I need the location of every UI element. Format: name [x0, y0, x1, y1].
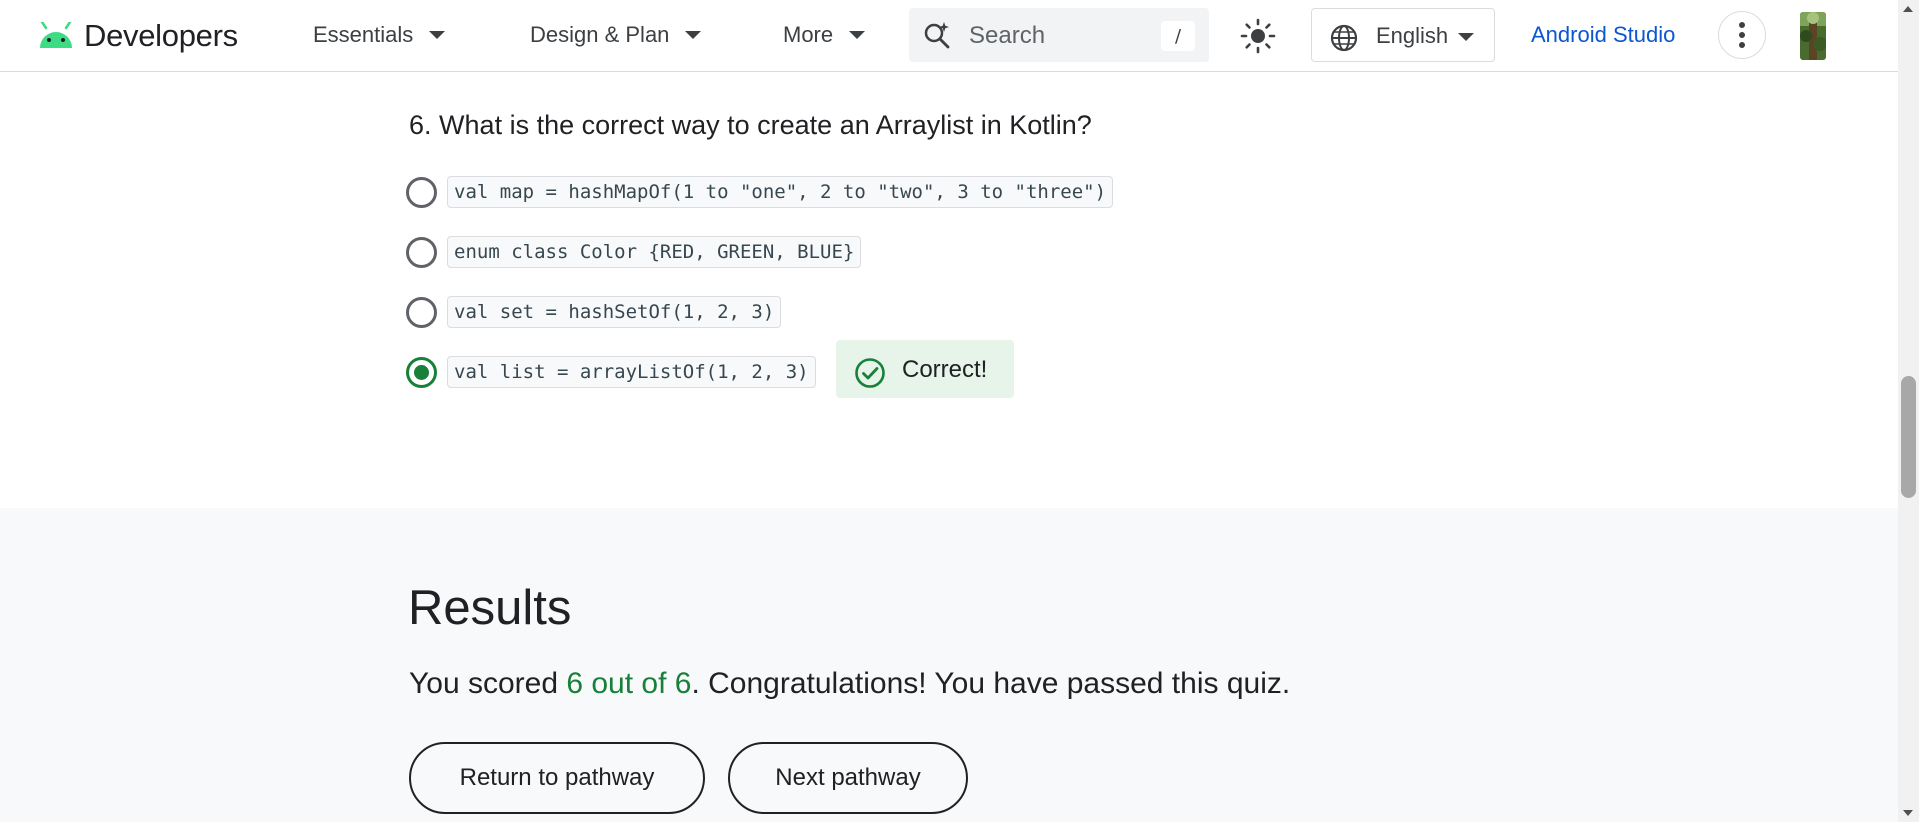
android-studio-link[interactable]: Android Studio: [1531, 22, 1675, 48]
feedback-text: Correct!: [902, 356, 988, 383]
score-message: You scored 6 out of 6. Congratulations! …: [409, 667, 1290, 701]
top-header: Developers Essentials Design & Plan More…: [0, 0, 1898, 72]
caret-down-icon: [685, 31, 702, 39]
results-section: Results You scored 6 out of 6. Congratul…: [0, 508, 1898, 822]
avatar[interactable]: [1800, 12, 1826, 60]
feedback-correct-badge: Correct!: [836, 340, 1014, 398]
nav-design-plan[interactable]: Design & Plan: [530, 22, 702, 48]
search-spark-icon: [924, 22, 950, 49]
answer-option[interactable]: val map = hashMapOf(1 to "one", 2 to "tw…: [406, 172, 1114, 212]
score-suffix: . Congratulations! You have passed this …: [691, 667, 1291, 700]
return-to-pathway-button[interactable]: Return to pathway: [409, 742, 705, 814]
question-text: What is the correct way to create an Arr…: [439, 110, 1092, 140]
option-code: val list = arrayListOf(1, 2, 3): [447, 356, 816, 388]
android-logo-icon: [40, 22, 72, 48]
search-input[interactable]: Search /: [909, 8, 1209, 62]
caret-down-icon: [1458, 33, 1474, 41]
answer-option[interactable]: val set = hashSetOf(1, 2, 3): [406, 292, 782, 332]
light-mode-icon[interactable]: [1240, 18, 1276, 54]
more-options-button[interactable]: [1718, 11, 1766, 59]
language-label: English: [1376, 23, 1449, 48]
next-pathway-button[interactable]: Next pathway: [728, 742, 968, 814]
question-number: 6.: [409, 110, 432, 140]
radio-button[interactable]: [406, 296, 437, 328]
scroll-up-arrow-icon[interactable]: [1903, 6, 1913, 12]
more-vert-icon: [1739, 22, 1745, 48]
search-placeholder: Search: [969, 22, 1046, 49]
language-select[interactable]: English: [1311, 8, 1495, 62]
nav-label: Essentials: [313, 22, 414, 47]
scrollbar-thumb[interactable]: [1901, 376, 1916, 498]
check-circle-icon: [855, 358, 885, 388]
score-value: 6 out of 6: [566, 667, 692, 700]
score-prefix: You scored: [409, 667, 567, 700]
answer-option[interactable]: enum class Color {RED, GREEN, BLUE}: [406, 232, 862, 272]
nav-label: Design & Plan: [530, 22, 670, 47]
vertical-scrollbar[interactable]: [1898, 0, 1919, 822]
option-code: enum class Color {RED, GREEN, BLUE}: [447, 236, 862, 268]
radio-button[interactable]: [406, 176, 437, 208]
question-title: 6. What is the correct way to create an …: [409, 110, 1092, 141]
nav-essentials[interactable]: Essentials: [313, 22, 446, 48]
option-code: val set = hashSetOf(1, 2, 3): [447, 296, 782, 328]
nav-more[interactable]: More: [783, 22, 866, 48]
radio-button[interactable]: [406, 236, 437, 268]
avatar-image: [1800, 12, 1826, 60]
answer-option-selected[interactable]: val list = arrayListOf(1, 2, 3): [406, 352, 816, 392]
nav-label: More: [783, 22, 834, 47]
option-code: val map = hashMapOf(1 to "one", 2 to "tw…: [447, 176, 1114, 208]
results-title: Results: [408, 581, 572, 635]
search-shortcut-key: /: [1161, 21, 1195, 51]
developers-logo[interactable]: Developers: [36, 18, 238, 54]
caret-down-icon: [429, 31, 446, 39]
globe-icon: [1330, 24, 1358, 52]
brand-name: Developers: [84, 18, 238, 53]
caret-down-icon: [849, 31, 866, 39]
scroll-down-arrow-icon[interactable]: [1903, 810, 1913, 816]
radio-button-checked[interactable]: [406, 356, 437, 388]
